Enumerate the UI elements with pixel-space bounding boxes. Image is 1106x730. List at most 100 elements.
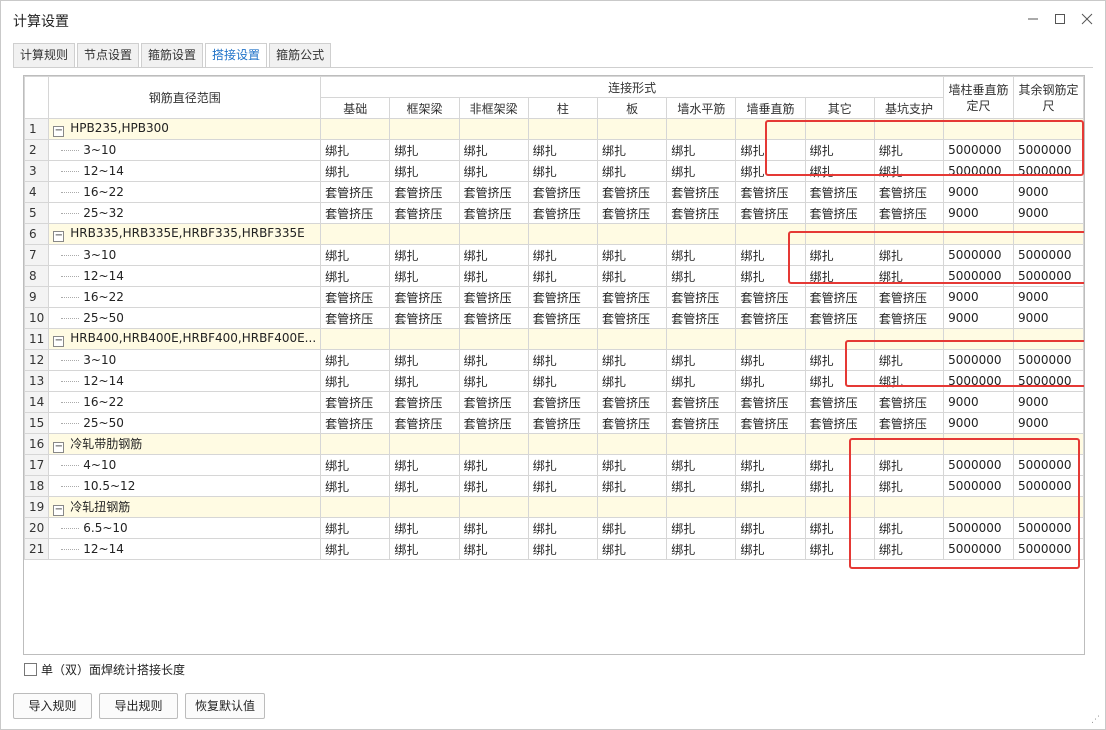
collapse-icon[interactable]: − (53, 126, 65, 137)
collapse-icon[interactable]: − (53, 505, 65, 516)
connection-type-cell[interactable] (389, 118, 460, 140)
connection-type-cell[interactable]: 绑扎 (527, 538, 599, 560)
connection-type-cell[interactable] (389, 328, 460, 350)
connection-type-cell[interactable]: 绑扎 (458, 160, 529, 182)
connection-type-cell[interactable] (804, 496, 875, 518)
diameter-range-cell[interactable]: 3~10 (48, 139, 322, 161)
connection-type-cell[interactable] (527, 328, 599, 350)
connection-type-cell[interactable] (597, 328, 668, 350)
fixed-length-cell[interactable]: 9000 (1013, 286, 1084, 308)
connection-type-cell[interactable] (597, 223, 668, 245)
minimize-icon[interactable] (1023, 9, 1043, 29)
connection-type-cell[interactable]: 套管挤压 (527, 307, 599, 329)
connection-type-cell[interactable]: 绑扎 (735, 349, 806, 371)
connection-type-cell[interactable]: 绑扎 (320, 370, 391, 392)
connection-type-cell[interactable]: 绑扎 (458, 475, 529, 497)
tab-node-settings[interactable]: 节点设置 (77, 43, 140, 67)
connection-type-cell[interactable]: 套管挤压 (666, 412, 737, 434)
diameter-range-cell[interactable]: 25~50 (48, 412, 322, 434)
connection-type-cell[interactable]: 绑扎 (458, 244, 529, 266)
fixed-length-cell[interactable]: 9000 (943, 307, 1015, 329)
connection-type-cell[interactable]: 绑扎 (666, 139, 737, 161)
connection-type-cell[interactable]: 绑扎 (320, 454, 391, 476)
connection-type-cell[interactable]: 绑扎 (666, 517, 737, 539)
connection-type-cell[interactable]: 套管挤压 (527, 286, 599, 308)
connection-type-cell[interactable]: 绑扎 (735, 160, 806, 182)
connection-type-cell[interactable]: 绑扎 (320, 475, 391, 497)
connection-type-cell[interactable]: 套管挤压 (389, 391, 460, 413)
connection-type-cell[interactable] (389, 223, 460, 245)
fixed-length-cell[interactable]: 5000000 (943, 538, 1015, 560)
connection-type-cell[interactable]: 套管挤压 (666, 181, 737, 203)
connection-type-cell[interactable]: 绑扎 (389, 370, 460, 392)
collapse-icon[interactable]: − (53, 442, 65, 453)
connection-type-cell[interactable]: 绑扎 (389, 349, 460, 371)
connection-type-cell[interactable]: 绑扎 (735, 475, 806, 497)
connection-type-cell[interactable]: 绑扎 (597, 370, 668, 392)
connection-type-cell[interactable]: 绑扎 (597, 349, 668, 371)
connection-type-cell[interactable]: 绑扎 (873, 160, 945, 182)
connection-type-cell[interactable] (320, 223, 391, 245)
connection-type-cell[interactable]: 套管挤压 (735, 412, 806, 434)
connection-type-cell[interactable]: 套管挤压 (804, 307, 875, 329)
diameter-range-cell[interactable]: 12~14 (48, 265, 322, 287)
fixed-length-cell[interactable]: 5000000 (943, 265, 1015, 287)
export-rules-button[interactable]: 导出规则 (99, 693, 178, 719)
checkbox-box[interactable] (24, 663, 37, 676)
group-row[interactable]: 6− HRB335,HRB335E,HRBF335,HRBF335E (24, 223, 1084, 245)
connection-type-cell[interactable] (389, 496, 460, 518)
connection-type-cell[interactable] (873, 433, 945, 455)
connection-type-cell[interactable] (320, 496, 391, 518)
connection-type-cell[interactable]: 绑扎 (735, 517, 806, 539)
connection-type-cell[interactable]: 绑扎 (804, 139, 875, 161)
connection-type-cell[interactable]: 绑扎 (320, 160, 391, 182)
connection-type-cell[interactable]: 绑扎 (666, 454, 737, 476)
maximize-icon[interactable] (1050, 9, 1070, 29)
connection-type-cell[interactable]: 绑扎 (458, 265, 529, 287)
connection-type-cell[interactable]: 套管挤压 (804, 202, 875, 224)
steel-grade-label[interactable]: − 冷轧扭钢筋 (48, 496, 322, 518)
fixed-length-cell[interactable] (943, 328, 1015, 350)
connection-type-cell[interactable]: 套管挤压 (873, 202, 945, 224)
connection-type-cell[interactable] (666, 328, 737, 350)
group-row[interactable]: 16− 冷轧带肋钢筋 (24, 433, 1084, 455)
fixed-length-cell[interactable]: 5000000 (943, 475, 1015, 497)
diameter-range-cell[interactable]: 16~22 (48, 391, 322, 413)
connection-type-cell[interactable]: 绑扎 (458, 349, 529, 371)
connection-type-cell[interactable]: 套管挤压 (735, 202, 806, 224)
connection-type-cell[interactable]: 套管挤压 (320, 286, 391, 308)
fixed-length-cell[interactable]: 5000000 (1013, 475, 1084, 497)
connection-type-cell[interactable] (597, 118, 668, 140)
connection-type-cell[interactable]: 绑扎 (804, 517, 875, 539)
connection-type-cell[interactable]: 绑扎 (458, 454, 529, 476)
table-row[interactable]: 18 10.5~12 绑扎 绑扎 绑扎 绑扎 绑扎 绑扎 绑扎 绑扎 绑扎 5000000 500000… (24, 475, 1084, 497)
fixed-length-cell[interactable]: 5000000 (1013, 517, 1084, 539)
fixed-length-cell[interactable] (943, 118, 1015, 140)
collapse-icon[interactable]: − (53, 336, 65, 347)
diameter-range-cell[interactable]: 6.5~10 (48, 517, 322, 539)
connection-type-cell[interactable]: 套管挤压 (389, 181, 460, 203)
fixed-length-cell[interactable]: 5000000 (943, 160, 1015, 182)
steel-grade-label[interactable]: − 冷轧带肋钢筋 (48, 433, 322, 455)
fixed-length-cell[interactable]: 5000000 (943, 349, 1015, 371)
fixed-length-cell[interactable] (1013, 118, 1084, 140)
connection-type-cell[interactable]: 绑扎 (735, 454, 806, 476)
connection-type-cell[interactable]: 绑扎 (873, 265, 945, 287)
connection-type-cell[interactable]: 绑扎 (735, 538, 806, 560)
diameter-range-cell[interactable]: 12~14 (48, 160, 322, 182)
connection-type-cell[interactable]: 绑扎 (804, 244, 875, 266)
connection-type-cell[interactable]: 绑扎 (527, 349, 599, 371)
connection-type-cell[interactable]: 套管挤压 (735, 286, 806, 308)
steel-grade-label[interactable]: − HRB335,HRB335E,HRBF335,HRBF335E (48, 223, 322, 245)
connection-type-cell[interactable]: 套管挤压 (804, 181, 875, 203)
connection-type-cell[interactable]: 绑扎 (458, 517, 529, 539)
diameter-range-cell[interactable]: 12~14 (48, 538, 322, 560)
fixed-length-cell[interactable]: 5000000 (1013, 349, 1084, 371)
connection-type-cell[interactable] (597, 433, 668, 455)
connection-type-cell[interactable]: 套管挤压 (389, 202, 460, 224)
connection-type-cell[interactable]: 绑扎 (597, 244, 668, 266)
connection-type-cell[interactable] (735, 433, 806, 455)
fixed-length-cell[interactable]: 9000 (1013, 307, 1084, 329)
connection-type-cell[interactable]: 绑扎 (320, 538, 391, 560)
fixed-length-cell[interactable]: 5000000 (1013, 244, 1084, 266)
